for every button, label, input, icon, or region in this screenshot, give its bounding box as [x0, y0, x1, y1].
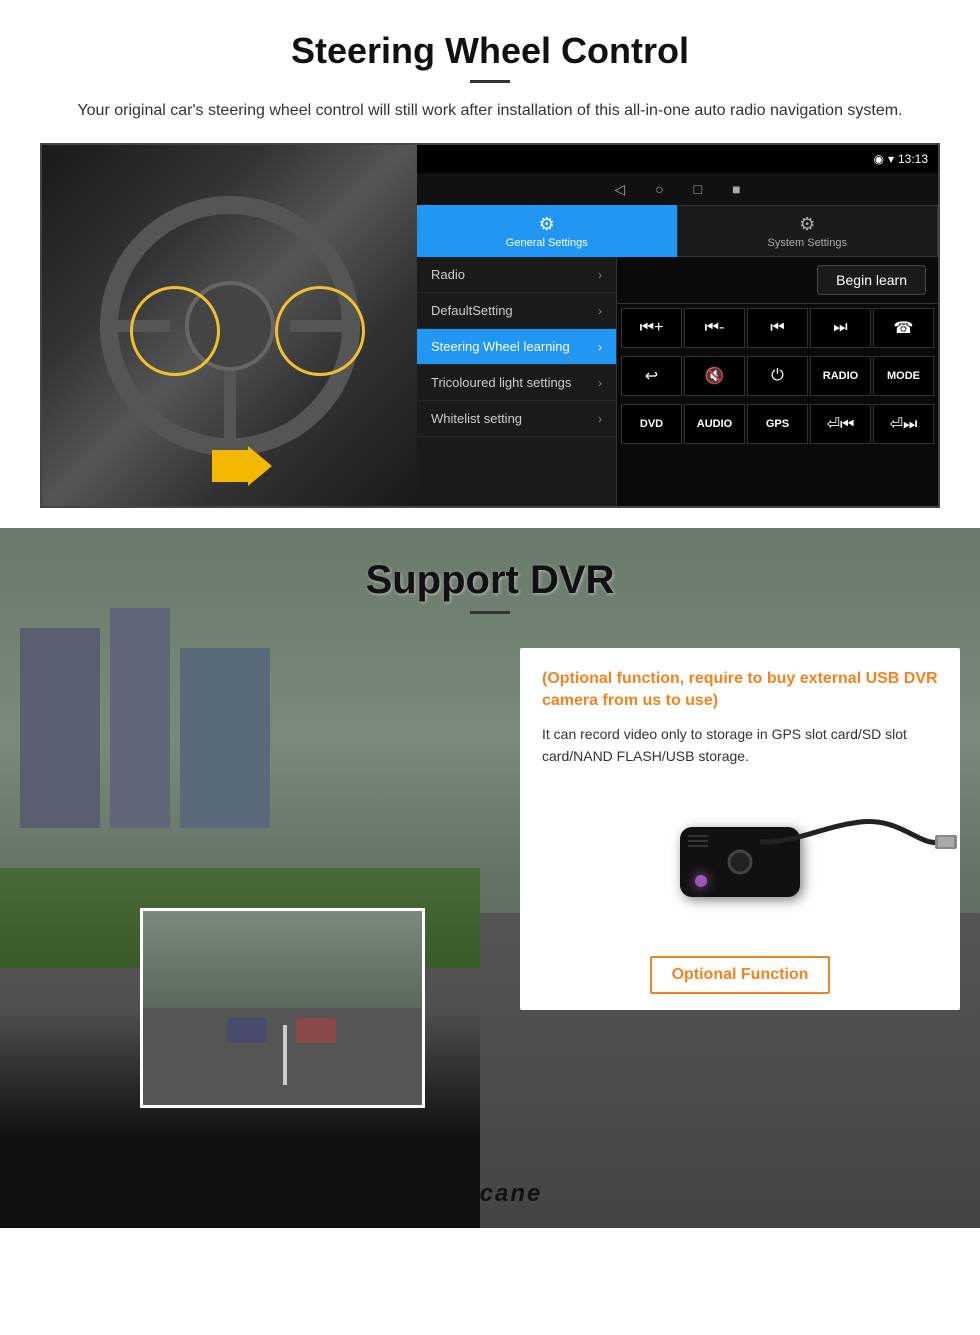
highlight-circle-left	[130, 286, 220, 376]
menu-arrow-default: ›	[598, 304, 602, 318]
menu-arrow-steering: ›	[598, 340, 602, 354]
control-panel: Begin learn ⏮+ ⏮- ⏮ ⏭ ☎ ↩ 🔇 ⏻	[617, 257, 938, 506]
time-display: 13:13	[898, 152, 928, 166]
nav-bar: ◁ ○ □ ■	[417, 173, 938, 205]
steering-section: Steering Wheel Control Your original car…	[0, 0, 980, 528]
gear-icon: ⚙	[539, 214, 555, 235]
dvr-thumbnail	[140, 908, 425, 1108]
wifi-icon: ▾	[888, 152, 894, 166]
android-content: Radio › DefaultSetting › Steering Wheel …	[417, 257, 938, 506]
page-title: Steering Wheel Control	[40, 30, 940, 72]
highlight-circle-right	[275, 286, 365, 376]
tab-general-label: General Settings	[506, 237, 588, 249]
dvr-info-card: (Optional function, require to buy exter…	[520, 648, 960, 1010]
camera-vents	[688, 835, 708, 847]
building-2	[110, 608, 170, 828]
menu-steering-label: Steering Wheel learning	[431, 339, 570, 354]
tab-system-label: System Settings	[768, 237, 847, 249]
control-grid-row3: DVD AUDIO GPS ⏎⏮ ⏎⏭	[617, 400, 938, 448]
brand-name: Seicane	[438, 1180, 543, 1207]
menu-item-tricoloured[interactable]: Tricoloured light settings ›	[417, 365, 616, 401]
menu-tricoloured-label: Tricoloured light settings	[431, 375, 571, 390]
mockup-container: ◉ ▾ 13:13 ◁ ○ □ ■ ⚙ General Settings ⚙	[40, 143, 940, 508]
ctrl-radio[interactable]: RADIO	[810, 356, 871, 396]
thumb-car-1	[227, 1018, 267, 1043]
ctrl-call-next[interactable]: ⏎⏭	[873, 404, 934, 444]
back-icon[interactable]: ◁	[614, 181, 625, 198]
settings-tabs: ⚙ General Settings ⚙ System Settings	[417, 205, 938, 257]
home-icon[interactable]: ○	[655, 181, 663, 197]
dvr-title: Support DVR	[0, 558, 980, 603]
ctrl-call-prev[interactable]: ⏎⏮	[810, 404, 871, 444]
camera-image	[542, 782, 938, 942]
control-grid-row1: ⏮+ ⏮- ⏮ ⏭ ☎	[617, 304, 938, 352]
optional-text: (Optional function, require to buy exter…	[542, 668, 938, 713]
control-grid-row2: ↩ 🔇 ⏻ RADIO MODE	[617, 352, 938, 400]
dvr-section: Support DVR (Optional function, require …	[0, 528, 980, 1228]
ctrl-gps[interactable]: GPS	[747, 404, 808, 444]
menu-icon[interactable]: ■	[732, 181, 740, 197]
thumb-road	[143, 1008, 422, 1105]
menu-arrow-radio: ›	[598, 268, 602, 282]
subtitle-text: Your original car's steering wheel contr…	[60, 99, 920, 123]
menu-item-steering[interactable]: Steering Wheel learning ›	[417, 329, 616, 365]
camera-illustration	[680, 827, 800, 897]
ctrl-next[interactable]: ⏭	[810, 308, 871, 348]
road-line	[283, 1025, 287, 1085]
status-bar: ◉ ▾ 13:13	[417, 145, 938, 173]
begin-learn-row: Begin learn	[617, 257, 938, 304]
menu-arrow-whitelist: ›	[598, 412, 602, 426]
ctrl-mode[interactable]: MODE	[873, 356, 934, 396]
ctrl-mute[interactable]: 🔇	[684, 356, 745, 396]
settings-menu: Radio › DefaultSetting › Steering Wheel …	[417, 257, 617, 506]
cable-svg	[760, 807, 960, 887]
title-divider	[470, 80, 510, 83]
menu-arrow-tricoloured: ›	[598, 376, 602, 390]
recents-icon[interactable]: □	[694, 181, 702, 197]
android-ui: ◉ ▾ 13:13 ◁ ○ □ ■ ⚙ General Settings ⚙	[417, 145, 938, 506]
status-icons: ◉ ▾ 13:13	[873, 152, 928, 166]
optional-function-badge: Optional Function	[650, 956, 831, 994]
ctrl-audio[interactable]: AUDIO	[684, 404, 745, 444]
optional-badge-container: Optional Function	[542, 956, 938, 994]
spoke-bottom	[224, 371, 236, 451]
tab-system-settings[interactable]: ⚙ System Settings	[677, 205, 939, 257]
thumb-sky	[143, 911, 422, 1008]
menu-radio-label: Radio	[431, 267, 465, 282]
thumb-car-2	[296, 1018, 336, 1043]
camera-lens	[728, 849, 753, 874]
camera-light	[695, 875, 707, 887]
ctrl-dvd[interactable]: DVD	[621, 404, 682, 444]
ctrl-vol-down[interactable]: ⏮-	[684, 308, 745, 348]
dvr-title-area: Support DVR	[0, 528, 980, 632]
ctrl-phone[interactable]: ☎	[873, 308, 934, 348]
menu-default-label: DefaultSetting	[431, 303, 513, 318]
brand-watermark: Seicane	[438, 1180, 543, 1208]
ctrl-vol-up[interactable]: ⏮+	[621, 308, 682, 348]
menu-item-whitelist[interactable]: Whitelist setting ›	[417, 401, 616, 437]
begin-learn-button[interactable]: Begin learn	[817, 265, 926, 295]
dvr-description: It can record video only to storage in G…	[542, 723, 938, 768]
steering-wheel	[100, 196, 360, 456]
building-1	[20, 628, 100, 828]
menu-item-default[interactable]: DefaultSetting ›	[417, 293, 616, 329]
menu-whitelist-label: Whitelist setting	[431, 411, 522, 426]
menu-item-radio[interactable]: Radio ›	[417, 257, 616, 293]
ctrl-hangup[interactable]: ↩	[621, 356, 682, 396]
steering-photo	[42, 145, 417, 506]
building-3	[180, 648, 270, 828]
tab-general-settings[interactable]: ⚙ General Settings	[417, 205, 677, 257]
dvr-divider	[470, 611, 510, 614]
ctrl-prev[interactable]: ⏮	[747, 308, 808, 348]
ctrl-power[interactable]: ⏻	[747, 356, 808, 396]
system-icon: ⚙	[799, 214, 815, 235]
signal-icon: ◉	[873, 152, 883, 166]
